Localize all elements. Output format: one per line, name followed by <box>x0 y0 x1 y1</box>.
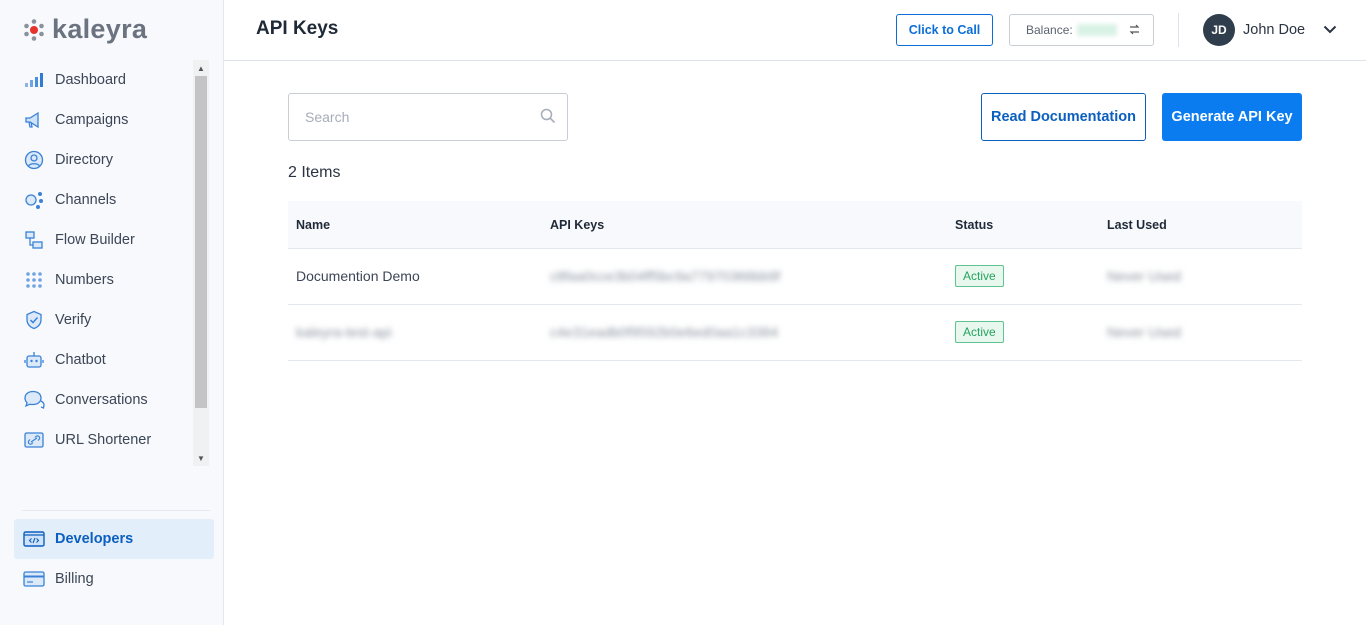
search-icon[interactable] <box>540 108 556 129</box>
kaleyra-logo[interactable]: kaleyra <box>22 14 147 45</box>
sidebar-item-numbers[interactable]: Numbers <box>0 260 194 300</box>
chevron-down-icon[interactable] <box>1323 21 1337 39</box>
table-row[interactable]: Documention Demo c8faa0cce3b04ff5bc9a779… <box>288 249 1302 305</box>
balance-value-redacted <box>1076 24 1117 36</box>
table-row[interactable]: kaleyra-test-api c4e31eadb0f9592b0e6ed0a… <box>288 305 1302 361</box>
column-header-name[interactable]: Name <box>296 218 330 232</box>
sidebar-item-label: Dashboard <box>55 72 126 88</box>
sidebar-item-channels[interactable]: Channels <box>0 180 194 220</box>
sidebar-item-label: Numbers <box>55 272 114 288</box>
sidebar-item-label: URL Shortener <box>55 432 152 448</box>
scroll-thumb[interactable] <box>195 76 207 408</box>
sidebar-item-chatbot[interactable]: Chatbot <box>0 340 194 380</box>
chat-bubbles-icon <box>23 389 45 411</box>
read-documentation-button[interactable]: Read Documentation <box>981 93 1146 141</box>
sidebar-item-dashboard[interactable]: Dashboard <box>0 60 194 100</box>
api-key-value: c8faa0cce3b04ff5bc9a77970366bb9f <box>550 268 781 284</box>
key-name[interactable]: kaleyra-test-api <box>296 324 392 340</box>
sidebar-item-label: Campaigns <box>55 112 129 128</box>
sidebar-item-flow-builder[interactable]: Flow Builder <box>0 220 194 260</box>
sidebar-nav: Dashboard Campaigns Directory Channels F… <box>0 60 194 466</box>
user-name: John Doe <box>1243 22 1306 38</box>
api-key-value: c4e31eadb0f9592b0e6ed0aa1c3384 <box>550 324 779 340</box>
sidebar-item-label: Directory <box>55 152 114 168</box>
robot-icon <box>23 349 45 371</box>
sidebar-bottom-nav: Developers Billing <box>14 519 214 599</box>
code-icon <box>23 528 45 550</box>
last-used: Never Used <box>1107 324 1181 340</box>
sidebar-divider <box>22 510 210 511</box>
status-badge: Active <box>955 321 1004 343</box>
sidebar-item-conversations[interactable]: Conversations <box>0 380 194 420</box>
balance-label: Balance: <box>1026 23 1073 37</box>
click-to-call-button[interactable]: Click to Call <box>896 14 993 46</box>
top-header: API Keys Click to Call Balance: JD John … <box>224 0 1366 61</box>
sidebar-item-verify[interactable]: Verify <box>0 300 194 340</box>
generate-api-key-button[interactable]: Generate API Key <box>1162 93 1302 141</box>
credit-card-icon <box>23 568 45 590</box>
sidebar-item-label: Channels <box>55 192 117 208</box>
sidebar-item-label: Developers <box>55 531 134 547</box>
sidebar-item-label: Billing <box>55 571 94 587</box>
kaleyra-logo-icon <box>24 18 44 41</box>
sidebar-scrollbar[interactable]: ▲ ▼ <box>193 60 209 466</box>
flow-icon <box>23 229 45 251</box>
column-header-api-keys[interactable]: API Keys <box>550 218 604 232</box>
api-keys-table: Name API Keys Status Last Used Documenti… <box>288 201 1302 361</box>
scroll-up-icon[interactable]: ▲ <box>193 60 209 76</box>
sidebar-item-campaigns[interactable]: Campaigns <box>0 100 194 140</box>
status-badge: Active <box>955 265 1004 287</box>
sidebar-item-label: Verify <box>55 312 92 328</box>
balance-widget[interactable]: Balance: <box>1009 14 1154 46</box>
dialpad-icon <box>23 269 45 291</box>
refresh-icon[interactable] <box>1128 23 1141 39</box>
scroll-down-icon[interactable]: ▼ <box>193 450 209 466</box>
bar-chart-icon <box>23 69 45 91</box>
item-count: 2 Items <box>288 164 341 181</box>
contact-icon <box>23 149 45 171</box>
sidebar-item-label: Conversations <box>55 392 148 408</box>
last-used: Never Used <box>1107 268 1181 284</box>
search-input[interactable] <box>290 95 526 139</box>
sidebar-item-developers[interactable]: Developers <box>14 519 214 559</box>
sidebar-item-label: Flow Builder <box>55 232 135 248</box>
sidebar: kaleyra Dashboard Campaigns Directory Ch… <box>0 0 224 625</box>
sidebar-item-label: Chatbot <box>55 352 106 368</box>
channels-icon <box>23 189 45 211</box>
logo-text: kaleyra <box>52 14 148 44</box>
link-icon <box>23 429 45 451</box>
sidebar-item-directory[interactable]: Directory <box>0 140 194 180</box>
avatar: JD <box>1203 14 1235 46</box>
column-header-status[interactable]: Status <box>955 218 993 232</box>
megaphone-icon <box>23 109 45 131</box>
page-title: API Keys <box>256 18 339 39</box>
header-divider <box>1178 13 1179 47</box>
column-header-last-used[interactable]: Last Used <box>1107 218 1167 232</box>
shield-icon <box>23 309 45 331</box>
sidebar-item-billing[interactable]: Billing <box>14 559 214 599</box>
table-header: Name API Keys Status Last Used <box>288 201 1302 249</box>
sidebar-item-url-shortener[interactable]: URL Shortener <box>0 420 194 460</box>
user-menu[interactable]: JD John Doe <box>1203 14 1337 46</box>
search-box[interactable] <box>288 93 568 141</box>
key-name[interactable]: Documention Demo <box>296 268 420 284</box>
